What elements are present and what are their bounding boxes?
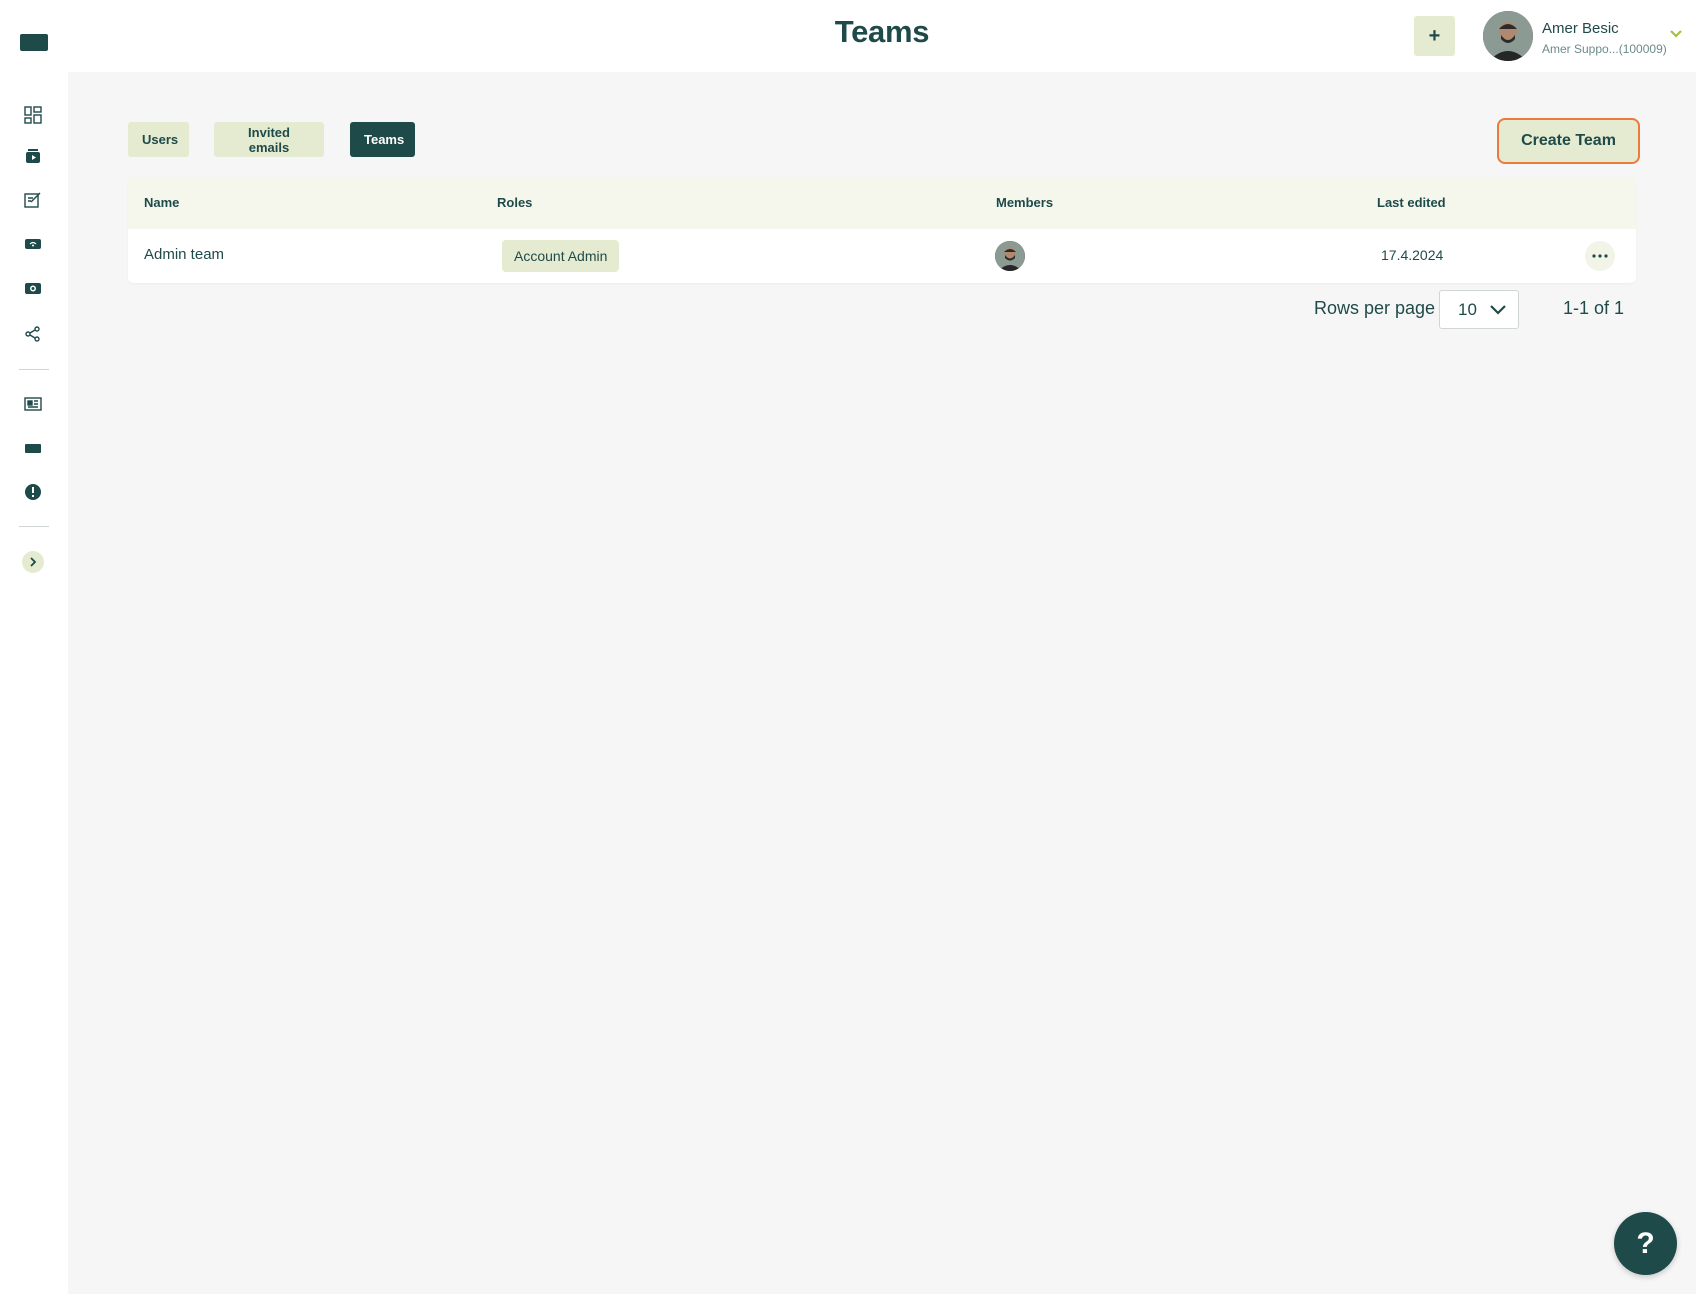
chevron-down-icon bbox=[1490, 305, 1506, 315]
column-header-members[interactable]: Members bbox=[996, 195, 1053, 210]
chevron-down-icon[interactable] bbox=[1669, 27, 1683, 41]
tab-teams[interactable]: Teams bbox=[350, 122, 415, 157]
teams-table: Name Roles Members Last edited Admin tea… bbox=[128, 177, 1636, 283]
column-header-last-edited[interactable]: Last edited bbox=[1377, 195, 1446, 210]
last-edited-date: 17.4.2024 bbox=[1381, 247, 1444, 263]
chevron-right-icon bbox=[30, 557, 37, 567]
logo-icon[interactable] bbox=[20, 34, 48, 51]
sidebar bbox=[0, 0, 68, 1294]
user-organization: Amer Suppo...(100009) bbox=[1542, 42, 1667, 56]
user-avatar[interactable] bbox=[1483, 11, 1533, 61]
team-name[interactable]: Admin team bbox=[144, 246, 224, 263]
tab-invited-emails[interactable]: Invited emails bbox=[214, 122, 324, 157]
rows-per-page-label: Rows per page bbox=[1314, 298, 1436, 318]
rows-per-page-select[interactable]: 10 bbox=[1439, 290, 1519, 329]
table-row[interactable]: Admin team Account Admin 17.4.2024 bbox=[128, 229, 1636, 283]
table-header: Name Roles Members Last edited bbox=[128, 177, 1636, 229]
pagination-range: 1-1 of 1 bbox=[1563, 298, 1625, 318]
column-header-roles[interactable]: Roles bbox=[497, 195, 532, 210]
rows-per-page-value: 10 bbox=[1458, 300, 1477, 319]
column-header-name[interactable]: Name bbox=[144, 195, 179, 210]
share-icon[interactable] bbox=[18, 319, 48, 349]
dashboard-icon[interactable] bbox=[18, 100, 48, 130]
screen-icon[interactable] bbox=[18, 433, 48, 463]
create-team-button[interactable]: Create Team bbox=[1497, 118, 1640, 164]
tab-users[interactable]: Users bbox=[128, 122, 189, 157]
more-horizontal-icon bbox=[1592, 254, 1608, 258]
role-badge: Account Admin bbox=[502, 240, 620, 272]
sidebar-divider bbox=[19, 526, 49, 527]
sidebar-expand-button[interactable] bbox=[22, 551, 44, 573]
editor-icon[interactable] bbox=[18, 185, 48, 215]
help-button[interactable]: ? bbox=[1614, 1212, 1677, 1275]
alert-icon[interactable] bbox=[18, 477, 48, 507]
sidebar-divider bbox=[19, 369, 49, 370]
member-avatar[interactable] bbox=[995, 241, 1025, 271]
user-name[interactable]: Amer Besic bbox=[1542, 20, 1619, 37]
wifi-device-icon[interactable] bbox=[18, 229, 48, 259]
add-button[interactable]: + bbox=[1414, 16, 1455, 56]
news-icon[interactable] bbox=[18, 389, 48, 419]
row-actions-button[interactable] bbox=[1585, 241, 1615, 271]
camera-icon[interactable] bbox=[18, 273, 48, 303]
top-header: Teams + Amer Besic Amer Suppo...(100009) bbox=[68, 0, 1696, 72]
app-root: Teams + Amer Besic Amer Suppo...(100009)… bbox=[0, 0, 1696, 1294]
media-library-icon[interactable] bbox=[18, 141, 48, 171]
